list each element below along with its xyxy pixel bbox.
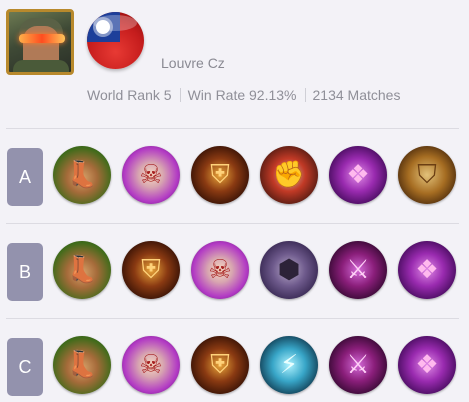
flag-shine — [93, 15, 137, 31]
chest-plate-icon-glyph: ⬢ — [277, 255, 301, 285]
player-stats: World Rank 5 Win Rate 92.13% 2134 Matche… — [87, 87, 400, 103]
cleaver-blade-icon[interactable]: ⚔ — [329, 241, 387, 299]
purple-crest-icon[interactable]: ❖ — [398, 336, 456, 394]
skull-mask-icon[interactable]: ☠ — [122, 336, 180, 394]
avatar-visor — [19, 34, 65, 43]
win-rate: Win Rate 92.13% — [187, 87, 297, 103]
build-row-a: A 👢 ☠ ⛨ ✊ ❖ ⛉ — [0, 146, 469, 208]
purple-crest-icon[interactable]: ❖ — [329, 146, 387, 204]
skull-mask-icon[interactable]: ☠ — [122, 146, 180, 204]
gauntlet-icon[interactable]: ✊ — [260, 146, 318, 204]
ice-trident-icon[interactable]: ⚡ — [260, 336, 318, 394]
match-count: 2134 Matches — [312, 87, 401, 103]
build-row-c: C 👢 ☠ ⛨ ⚡ ⚔ ❖ — [0, 336, 469, 398]
cleaver-blade-icon-glyph: ⚔ — [346, 255, 370, 285]
section-divider — [6, 223, 459, 224]
player-name: Louvre Cz — [161, 55, 225, 71]
boots-icon[interactable]: 👢 — [53, 146, 111, 204]
avatar-scarf — [13, 60, 69, 72]
boots-icon-glyph: 👢 — [65, 350, 99, 380]
skull-mask-icon-glyph: ☠ — [139, 350, 163, 380]
build-label[interactable]: B — [7, 243, 43, 301]
boots-icon-glyph: 👢 — [65, 160, 99, 190]
boots-icon[interactable]: 👢 — [53, 336, 111, 394]
boots-icon-glyph: 👢 — [65, 255, 99, 285]
skull-mask-icon-glyph: ☠ — [208, 255, 232, 285]
stats-separator — [304, 88, 306, 102]
hero-portrait-icon[interactable] — [6, 9, 74, 75]
skull-mask-icon-glyph: ☠ — [139, 160, 163, 190]
section-divider — [6, 318, 459, 319]
section-divider — [6, 128, 459, 129]
dark-armor-icon-glyph: ⛨ — [210, 159, 230, 190]
chest-plate-icon[interactable]: ⬢ — [260, 241, 318, 299]
golden-shield-icon[interactable]: ⛉ — [398, 146, 456, 204]
golden-shield-icon-glyph: ⛉ — [417, 159, 437, 190]
purple-crest-icon[interactable]: ❖ — [398, 241, 456, 299]
dark-armor-icon-glyph: ⛨ — [141, 254, 161, 285]
dark-armor-icon[interactable]: ⛨ — [191, 336, 249, 394]
world-rank: World Rank 5 — [87, 87, 172, 103]
boots-icon[interactable]: 👢 — [53, 241, 111, 299]
build-label[interactable]: A — [7, 148, 43, 206]
taiwan-flag-icon — [87, 12, 144, 69]
build-label[interactable]: C — [7, 338, 43, 396]
ice-trident-icon-glyph: ⚡ — [279, 350, 299, 380]
dark-armor-icon[interactable]: ⛨ — [191, 146, 249, 204]
stats-separator — [179, 88, 181, 102]
purple-crest-icon-glyph: ❖ — [415, 350, 439, 380]
dark-armor-icon[interactable]: ⛨ — [122, 241, 180, 299]
build-row-b: B 👢 ⛨ ☠ ⬢ ⚔ ❖ — [0, 241, 469, 303]
cleaver-blade-icon[interactable]: ⚔ — [329, 336, 387, 394]
purple-crest-icon-glyph: ❖ — [346, 160, 370, 190]
purple-crest-icon-glyph: ❖ — [415, 255, 439, 285]
dark-armor-icon-glyph: ⛨ — [210, 349, 230, 380]
skull-mask-icon[interactable]: ☠ — [191, 241, 249, 299]
cleaver-blade-icon-glyph: ⚔ — [346, 350, 370, 380]
gauntlet-icon-glyph: ✊ — [272, 160, 306, 190]
